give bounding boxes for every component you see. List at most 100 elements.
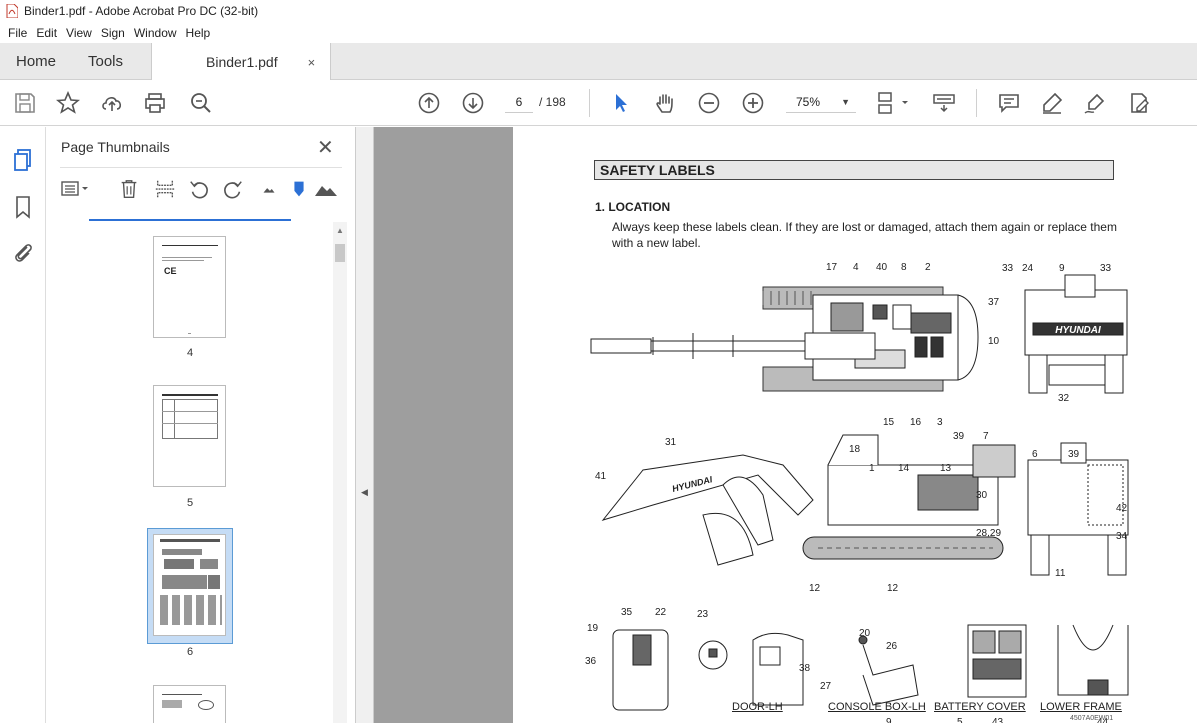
- menu-bar: File Edit View Sign Window Help: [0, 22, 1197, 43]
- save-icon[interactable]: [13, 91, 37, 115]
- panel-close-button[interactable]: ✕: [317, 135, 334, 160]
- callout: 8: [901, 262, 907, 273]
- chevron-down-icon: ▼: [841, 97, 850, 107]
- comment-icon[interactable]: [997, 91, 1021, 115]
- thumbnail-label-6: 6: [186, 646, 194, 658]
- thumbnail-page-5[interactable]: [153, 385, 226, 487]
- rotate-right-icon[interactable]: [222, 177, 244, 201]
- callout: 16: [910, 417, 922, 428]
- thumbnail-list: CE 4 5 6: [46, 222, 341, 723]
- location-heading: 1. LOCATION: [595, 200, 671, 214]
- tab-document[interactable]: Binder1.pdf ×: [151, 43, 331, 81]
- panel-splitter[interactable]: ◀: [356, 127, 374, 723]
- delete-page-icon[interactable]: [118, 177, 140, 201]
- callout: 9: [886, 717, 892, 723]
- panel-title: Page Thumbnails: [61, 139, 170, 155]
- panel-divider: [60, 167, 342, 168]
- menu-file[interactable]: File: [8, 26, 27, 40]
- acrobat-app-icon: [6, 4, 18, 18]
- section-title: SAFETY LABELS: [594, 160, 1114, 180]
- navigation-rail: [0, 127, 46, 723]
- page-number-input[interactable]: 6: [505, 91, 533, 113]
- edit-pdf-icon[interactable]: [1127, 91, 1151, 115]
- callout: 24: [1022, 263, 1034, 274]
- zoom-out-icon[interactable]: [697, 91, 721, 115]
- slider-track: [89, 219, 291, 221]
- callout: 19: [587, 623, 599, 634]
- small-thumbnail-icon[interactable]: [258, 177, 280, 201]
- callout: 42: [1116, 503, 1128, 514]
- title-bar: Binder1.pdf - Adobe Acrobat Pro DC (32-b…: [0, 0, 1197, 22]
- keyboard-icon[interactable]: [932, 91, 956, 115]
- brand-logo-rear: HYUNDAI: [1055, 325, 1101, 336]
- callout: 10: [988, 336, 1000, 347]
- callout: 6: [1032, 449, 1038, 460]
- scroll-up-icon[interactable]: ▲: [336, 226, 344, 235]
- callout: 5: [957, 717, 963, 723]
- callout: 2: [925, 262, 931, 273]
- menu-edit[interactable]: Edit: [36, 26, 57, 40]
- bookmark-star-icon[interactable]: [55, 90, 81, 115]
- next-page-icon[interactable]: [461, 91, 485, 115]
- tab-home[interactable]: Home: [16, 43, 56, 80]
- menu-sign[interactable]: Sign: [101, 26, 125, 40]
- hand-tool-icon[interactable]: [653, 91, 677, 115]
- callout: 1: [869, 463, 875, 474]
- thumbnail-size-slider[interactable]: [288, 177, 310, 201]
- thumbnail-label-4: 4: [186, 347, 194, 359]
- highlight-pen-icon[interactable]: [1040, 91, 1064, 115]
- callout: 35: [621, 607, 633, 618]
- zoom-level-select[interactable]: 75% ▼: [786, 91, 856, 113]
- tab-close-button[interactable]: ×: [308, 55, 316, 70]
- page-fit-icon[interactable]: [876, 91, 910, 115]
- menu-help[interactable]: Help: [186, 26, 211, 40]
- large-thumbnail-icon[interactable]: [314, 177, 337, 201]
- caption-console-box-lh: CONSOLE BOX-LH: [828, 701, 926, 713]
- safety-label-diagram: HYUNDAI HYUNDAI 17 4 40 8 2 37 10 15 16 …: [585, 262, 1129, 723]
- find-zoom-icon[interactable]: [189, 91, 213, 115]
- callout: 12: [887, 583, 899, 594]
- pdf-page: SAFETY LABELS 1. LOCATION Always keep th…: [513, 127, 1197, 723]
- tab-tools[interactable]: Tools: [88, 43, 123, 80]
- collapse-panel-icon[interactable]: ◀: [361, 487, 368, 498]
- document-viewer[interactable]: SAFETY LABELS 1. LOCATION Always keep th…: [374, 127, 1197, 723]
- page-thumbnails-icon[interactable]: [11, 148, 35, 172]
- toolbar-divider: [976, 89, 977, 117]
- callout: 31: [665, 437, 677, 448]
- caption-lower-frame: LOWER FRAME: [1040, 701, 1122, 713]
- callout: 18: [849, 444, 861, 455]
- upload-cloud-icon[interactable]: [100, 91, 124, 115]
- tab-document-label: Binder1.pdf: [206, 54, 278, 70]
- select-cursor-icon[interactable]: [609, 91, 633, 115]
- menu-window[interactable]: Window: [134, 26, 177, 40]
- callout: 37: [988, 297, 1000, 308]
- callout: 34: [1116, 531, 1128, 542]
- thumbnail-page-6[interactable]: [153, 534, 226, 636]
- sign-pen-icon[interactable]: [1083, 91, 1107, 115]
- attachments-icon[interactable]: [11, 240, 35, 264]
- tab-bar: Home Tools Binder1.pdf ×: [0, 43, 1197, 81]
- thumbnail-page-4[interactable]: CE: [153, 236, 226, 338]
- options-menu-icon[interactable]: [60, 177, 88, 201]
- callout: 40: [876, 262, 888, 273]
- zoom-level-value: 75%: [796, 95, 821, 109]
- zoom-in-icon[interactable]: [741, 91, 765, 115]
- previous-page-icon[interactable]: [417, 91, 441, 115]
- window-title: Binder1.pdf - Adobe Acrobat Pro DC (32-b…: [24, 4, 259, 18]
- bookmarks-icon[interactable]: [11, 195, 35, 219]
- callout: 4: [853, 262, 859, 273]
- figure-code: 4507A0EW01: [1070, 715, 1114, 722]
- thumbnail-scrollbar[interactable]: ▲: [333, 222, 347, 723]
- print-icon[interactable]: [143, 91, 167, 115]
- callout: 12: [809, 583, 821, 594]
- menu-view[interactable]: View: [66, 26, 92, 40]
- callout: 43: [992, 717, 1004, 723]
- extract-pages-icon[interactable]: [154, 177, 176, 201]
- rotate-left-icon[interactable]: [188, 177, 210, 201]
- callout: 15: [883, 417, 895, 428]
- caption-door-lh: DOOR-LH: [732, 701, 783, 713]
- scrollbar-thumb[interactable]: [335, 244, 345, 262]
- toolbar-divider: [589, 89, 590, 117]
- thumbnail-page-7[interactable]: [153, 685, 226, 723]
- callout: 38: [799, 663, 811, 674]
